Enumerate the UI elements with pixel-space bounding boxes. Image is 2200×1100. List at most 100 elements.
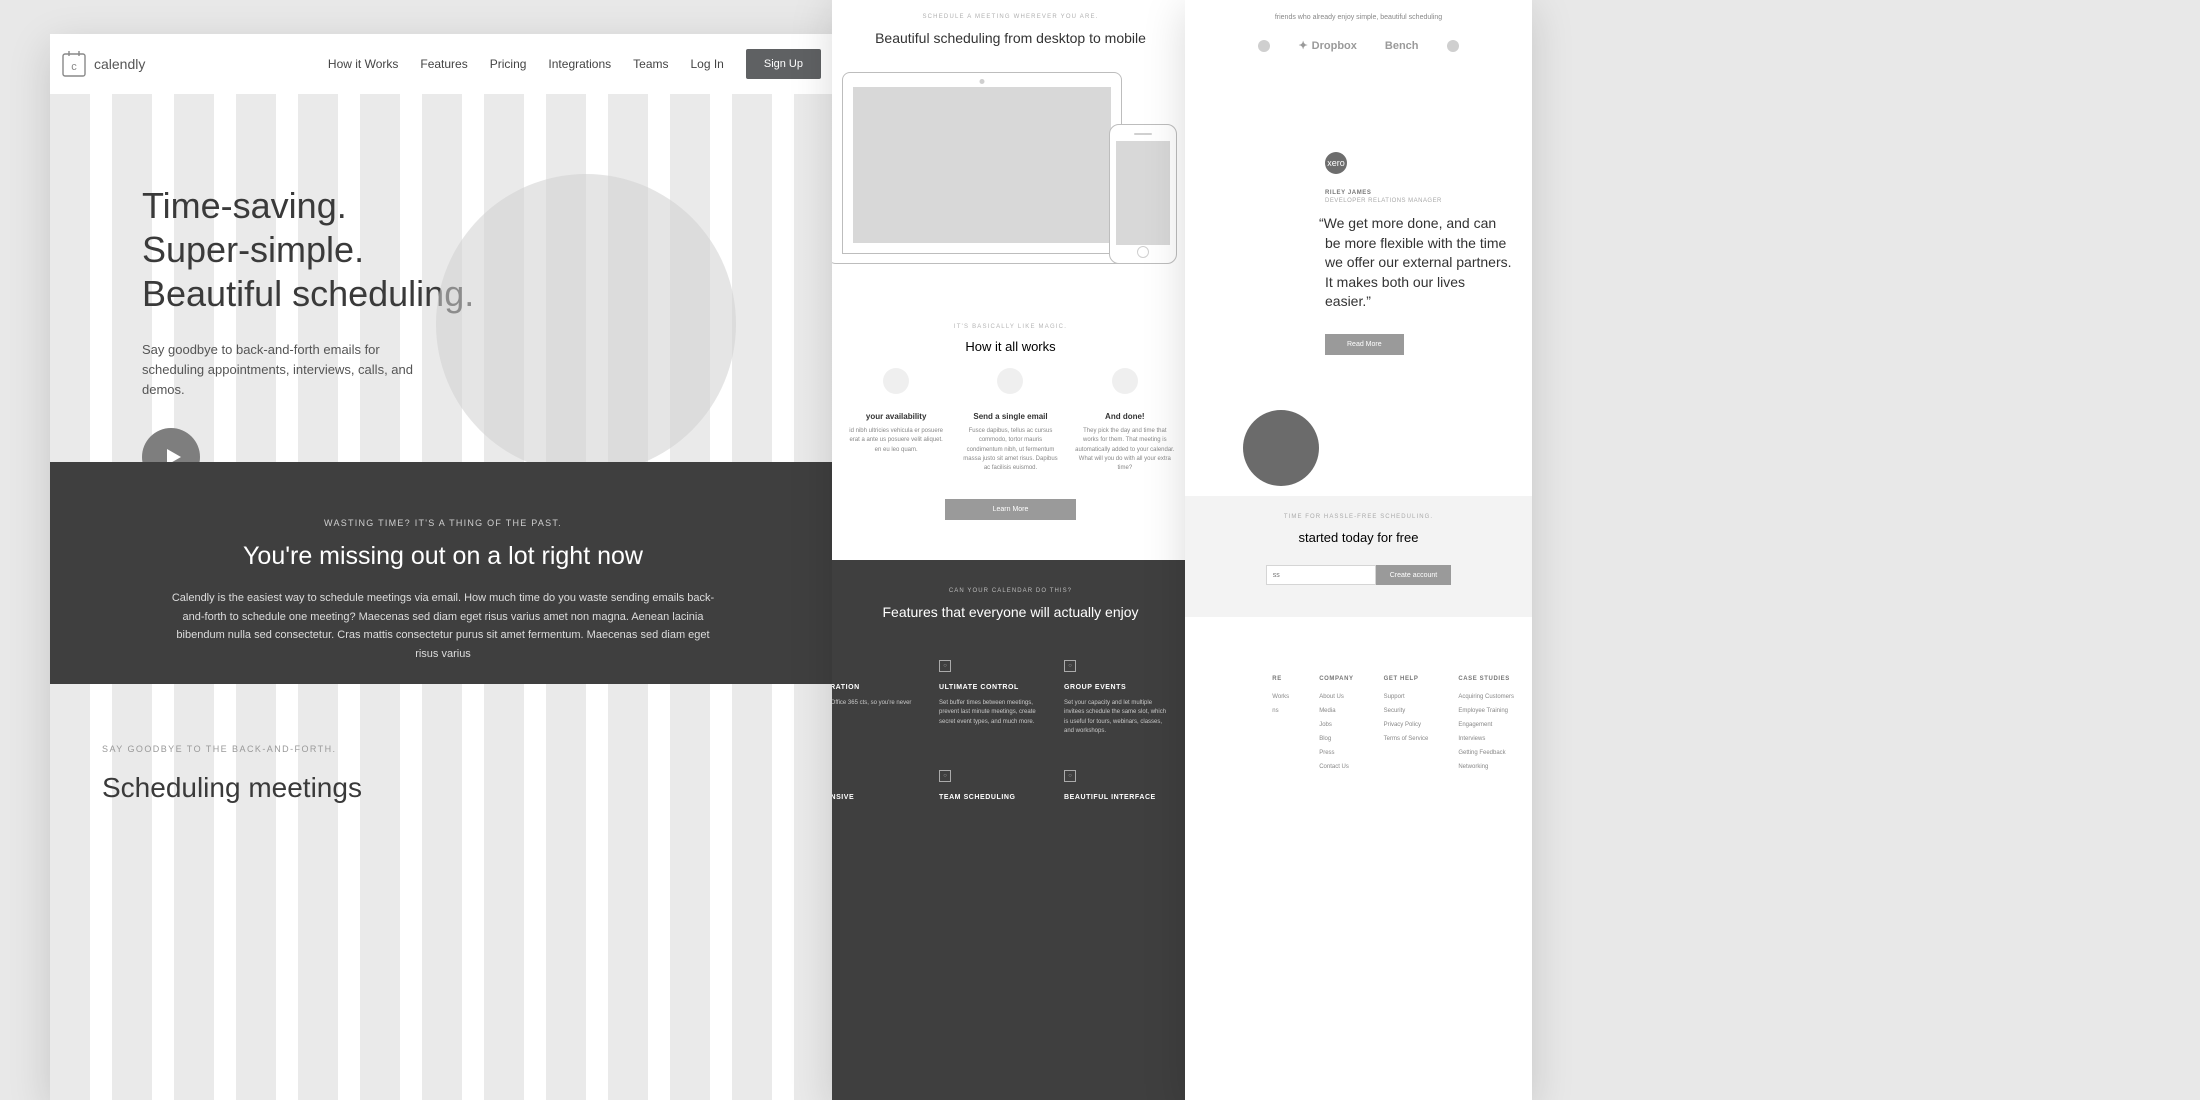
nav-login[interactable]: Log In [690,57,723,71]
logo-ball-icon [1258,40,1270,52]
footer-col-title: GET HELP [1384,676,1429,682]
step-dot [997,368,1023,394]
features-title: Features that everyone will actually enj… [854,604,1167,620]
footer-link[interactable]: Works [1272,694,1289,700]
feature-body: gle or Office 365 cts, so you're never [832,699,917,708]
step-1: your availability id nibh ultricies vehi… [842,368,950,473]
testimonial-name: RILEY JAMES [1325,190,1514,196]
feature-title: TEAM SCHEDULING [939,794,1042,801]
footer-link[interactable]: Acquiring Customers [1458,694,1514,700]
devices-kicker: SCHEDULE A MEETING WHEREVER YOU ARE. [832,14,1189,20]
footer-link[interactable]: Media [1319,708,1353,714]
step-dot [1112,368,1138,394]
testimonial: xero RILEY JAMES DEVELOPER RELATIONS MAN… [1185,52,1532,355]
step-3: And done! They pick the day and time tha… [1071,368,1179,473]
footer-link[interactable]: Press [1319,750,1353,756]
nav-features[interactable]: Features [420,57,467,71]
nav-how[interactable]: How it Works [328,57,398,71]
cta-kicker: TIME FOR HASSLE-FREE SCHEDULING. [1185,514,1532,520]
read-more-button[interactable]: Read More [1325,334,1404,355]
bar-kicker: WASTING TIME? IT'S A THING OF THE PAST. [170,518,716,528]
footer-link[interactable]: Security [1384,708,1429,714]
footer-link[interactable]: Jobs [1319,722,1353,728]
hero-line3: Beautiful scheduling. [142,273,474,314]
hero: Time-saving. Super-simple. Beautiful sch… [50,94,836,486]
footer-col-help: GET HELP Support Security Privacy Policy Te… [1384,676,1429,778]
email-input[interactable] [1266,565,1376,585]
dark-bar: WASTING TIME? IT'S A THING OF THE PAST. … [50,462,836,684]
logo-row: ✦Dropbox Bench [1185,39,1532,52]
feature-body: Set your capacity and let multiple invit… [1064,699,1167,736]
footer-col-title: CASE STUDIES [1458,676,1514,682]
footer-link[interactable]: Engagement [1458,722,1514,728]
laptop-icon [842,72,1122,254]
calendar-icon: c [62,51,86,77]
footer-col-case: CASE STUDIES Acquiring Customers Employee… [1458,676,1514,778]
step-2: Send a single email Fusce dapibus, tellu… [956,368,1064,473]
feature-body: Set buffer times between meetings, preve… [939,699,1042,727]
testimonial-role: DEVELOPER RELATIONS MANAGER [1325,198,1514,204]
square-icon: ○ [939,770,951,782]
footer-col-re: RE Works ns [1272,676,1289,778]
hero-sub: Say goodbye to back-and-forth emails for… [142,340,422,400]
steps: your availability id nibh ultricies vehi… [832,354,1189,473]
devices-section: SCHEDULE A MEETING WHEREVER YOU ARE. Bea… [832,0,1189,284]
footer-link[interactable]: Getting Feedback [1458,750,1514,756]
feature-title: BEAUTIFUL INTERFACE [1064,794,1167,801]
feature-integration: ○TEGRATIONgle or Office 365 cts, so you'… [832,660,917,736]
step-body: Fusce dapibus, tellus ac cursus commodo,… [956,427,1064,473]
footer-link[interactable]: Privacy Policy [1384,722,1429,728]
footer-link[interactable]: Networking [1458,764,1514,770]
feature-title: SPONSIVE [832,794,917,801]
friends-line: friends who already enjoy simple, beauti… [1185,0,1532,21]
how-section: IT'S BASICALLY LIKE MAGIC. How it all wo… [832,324,1189,354]
step-body: They pick the day and time that works fo… [1071,427,1179,473]
footer-link[interactable]: Interviews [1458,736,1514,742]
feature-responsive: ○SPONSIVE [832,770,917,809]
email-form: Create account [1185,565,1532,585]
sched-kicker: SAY GOODBYE TO THE BACK-AND-FORTH. [102,744,362,754]
create-account-button[interactable]: Create account [1376,565,1451,585]
footer-col-company: COMPANY About UsMediaJobsBlogPressContac… [1319,676,1353,778]
footer-link[interactable]: About Us [1319,694,1353,700]
phone-icon [1109,124,1177,264]
bench-logo: Bench [1385,40,1419,52]
svg-text:c: c [71,61,77,73]
bar-title: You're missing out on a lot right now [170,542,716,571]
footer-link[interactable]: Employee Training [1458,708,1514,714]
nav-teams[interactable]: Teams [633,57,668,71]
right-card: friends who already enjoy simple, beauti… [1185,0,1532,1100]
learn-more-button[interactable]: Learn More [945,499,1077,520]
feature-interface: ○BEAUTIFUL INTERFACE [1064,770,1167,809]
footer-link[interactable]: Terms of Service [1384,736,1429,742]
hero-illustration [436,174,736,474]
square-icon: ○ [939,660,951,672]
footer-col-title: RE [1272,676,1289,682]
feature-team: ○ TEAM SCHEDULING [939,770,1042,809]
step-body: id nibh ultricies vehicula er posuere er… [842,427,950,455]
testimonial-quote: “We get more done, and can be more flexi… [1325,214,1514,312]
scheduling-section: SAY GOODBYE TO THE BACK-AND-FORTH. Sched… [102,744,362,804]
nav-integrations[interactable]: Integrations [548,57,611,71]
footer-link[interactable]: Support [1384,694,1429,700]
features-kicker: CAN YOUR CALENDAR DO THIS? [854,588,1167,594]
cta-title: started today for free [1185,530,1532,545]
feature-group: ○GROUP EVENTSSet your capacity and let m… [1064,660,1167,736]
feature-title: TEGRATION [832,684,917,691]
nav-pricing[interactable]: Pricing [490,57,527,71]
step-title: Send a single email [956,412,1064,421]
step-title: And done! [1071,412,1179,421]
avatar [1243,410,1319,486]
footer: RE Worksns COMPANY About UsMediaJobsBlog… [1185,658,1532,778]
footer-link[interactable]: ns [1272,708,1289,714]
top-nav: c calendly How it Works Features Pricing… [50,34,836,94]
brand-name: calendly [94,56,145,72]
how-kicker: IT'S BASICALLY LIKE MAGIC. [832,324,1189,330]
footer-link[interactable]: Blog [1319,736,1353,742]
brand[interactable]: c calendly [62,51,145,77]
signup-button[interactable]: Sign Up [746,49,821,79]
feature-title: ULTIMATE CONTROL [939,684,1042,691]
bar-body: Calendly is the easiest way to schedule … [170,589,716,664]
devices-illustration [832,64,1189,284]
footer-link[interactable]: Contact Us [1319,764,1353,770]
